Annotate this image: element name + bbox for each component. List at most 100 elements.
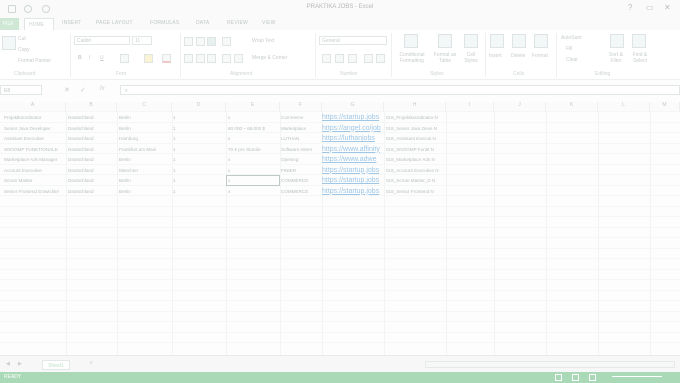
normal-view-icon[interactable] [555,374,562,381]
table-cell[interactable]: x [228,187,280,196]
table-cell[interactable]: 018_Senior Frontend N [386,187,444,196]
table-cell[interactable]: Projektkoordinator [4,113,66,122]
column-header[interactable]: D [172,102,226,111]
url-link[interactable]: https://startup.jobs [322,113,386,123]
font-name-select[interactable]: Calibri [74,36,130,45]
table-cell[interactable]: Scrum Master [4,176,66,185]
table-cell[interactable]: Opening [281,155,321,164]
table-cell[interactable]: 1 [173,113,223,122]
table-cell[interactable]: 018_Senior Java Deve.N [386,124,444,133]
table-cell[interactable]: x [228,134,280,143]
tab-insert[interactable]: INSERT [62,20,81,26]
font-color-icon[interactable] [162,54,171,63]
table-cell[interactable]: Berlin [119,113,172,122]
align-top-icon[interactable] [184,37,193,46]
table-cell[interactable]: Deutschland [68,166,118,175]
column-header[interactable]: G [322,102,384,111]
table-cell[interactable]: Deutschland [68,145,118,154]
table-cell[interactable]: Deutschland [68,124,118,133]
align-right-icon[interactable] [207,54,216,63]
find-select-button[interactable]: Find & Select [628,52,652,64]
column-header[interactable]: K [546,102,598,111]
column-header[interactable]: H [384,102,446,111]
redo-icon[interactable] [42,5,50,13]
tab-page-layout[interactable]: PAGE LAYOUT [96,20,133,26]
table-cell[interactable]: Commerce [281,113,321,122]
column-header[interactable]: E [226,102,280,111]
url-link[interactable]: https://www.adwe [322,155,386,165]
table-cell[interactable]: Berlin [119,155,172,164]
table-cell[interactable]: Senior Java Developer [4,124,66,133]
find-select-icon[interactable] [632,34,646,48]
copy-button[interactable]: Copy [18,47,30,53]
column-header[interactable]: L [598,102,650,111]
url-link[interactable]: https://startup.jobs [322,166,386,176]
clear-button[interactable]: Clear [566,57,578,63]
table-cell[interactable]: 018_Assistant Executi.N [386,134,444,143]
table-cell[interactable]: Software Intern [281,145,321,154]
fx-icon[interactable]: fx [100,86,105,92]
cell-styles-icon[interactable] [464,34,478,48]
align-middle-icon[interactable] [196,37,205,46]
tab-view[interactable]: VIEW [262,20,276,26]
table-cell[interactable]: Hamburg [119,134,172,143]
sheet-prev-icon[interactable]: ◀ [6,361,10,367]
sort-filter-button[interactable]: Sort & Filter [604,52,628,64]
comma-icon[interactable] [348,54,357,63]
tab-review[interactable]: REVIEW [227,20,248,26]
tab-home[interactable]: HOME [24,18,54,30]
table-cell[interactable]: Assistant Executive [4,134,66,143]
column-header[interactable]: M [650,102,680,111]
insert-cells-button[interactable]: Insert [489,53,502,59]
table-cell[interactable]: München [119,166,172,175]
font-size-select[interactable]: 11 [132,36,152,45]
table-cell[interactable]: Berlin [119,187,172,196]
zoom-slider[interactable] [612,376,662,377]
table-cell[interactable]: 1 [173,145,223,154]
paste-icon[interactable] [2,36,16,50]
indent-icon[interactable] [222,54,231,63]
table-cell[interactable]: 1 [173,124,223,133]
help-button[interactable]: ? [628,3,632,12]
url-link[interactable]: https://luthanjobs [322,134,386,144]
page-layout-view-icon[interactable] [572,374,579,381]
border-icon[interactable] [120,54,129,63]
sheet-next-icon[interactable]: ▶ [18,361,22,367]
close-button[interactable]: ✕ [664,3,671,12]
table-cell[interactable]: Deutschland [68,155,118,164]
outdent-icon[interactable] [234,54,243,63]
table-cell[interactable]: Deutschland [68,113,118,122]
format-painter-button[interactable]: Format Painter [18,58,51,64]
cut-button[interactable]: Cut [18,36,26,42]
table-cell[interactable]: COMMERCE [281,187,321,196]
table-cell[interactable]: FINIER [281,166,321,175]
conditional-formatting-button[interactable]: Conditional Formatting [394,52,430,64]
decrease-decimal-icon[interactable] [376,54,385,63]
table-cell[interactable]: 1 [173,176,223,185]
insert-cells-icon[interactable] [490,34,504,48]
underline-button[interactable]: U [100,55,104,61]
currency-icon[interactable] [322,54,331,63]
table-cell[interactable]: Berlin [119,124,172,133]
add-sheet-button[interactable]: + [89,360,93,367]
format-cells-icon[interactable] [534,34,548,48]
column-header[interactable]: I [446,102,494,111]
align-bottom-icon[interactable] [207,37,216,46]
page-break-view-icon[interactable] [589,374,596,381]
sheet-tab-sheet1[interactable]: Sheet1 [42,360,70,370]
table-cell[interactable]: Deutschland [68,176,118,185]
delete-cells-icon[interactable] [512,34,526,48]
table-cell[interactable]: 018_Scrum Master_D N [386,176,444,185]
table-cell[interactable]: 1 [173,134,223,143]
column-header[interactable]: F [280,102,322,111]
format-table-icon[interactable] [438,34,452,48]
percent-icon[interactable] [335,54,344,63]
tab-file[interactable]: FILE [0,18,19,30]
fill-button[interactable]: Fill [566,46,572,52]
table-cell[interactable]: 018_Marketplace Ads N [386,155,444,164]
table-cell[interactable]: LUTHAN [281,134,321,143]
bold-button[interactable]: B [78,55,82,61]
horizontal-scrollbar[interactable] [425,361,675,368]
table-cell[interactable]: 60.000 – 65.000 $ [228,124,280,133]
table-cell[interactable]: 018_SNOOMP Funkt N [386,145,444,154]
